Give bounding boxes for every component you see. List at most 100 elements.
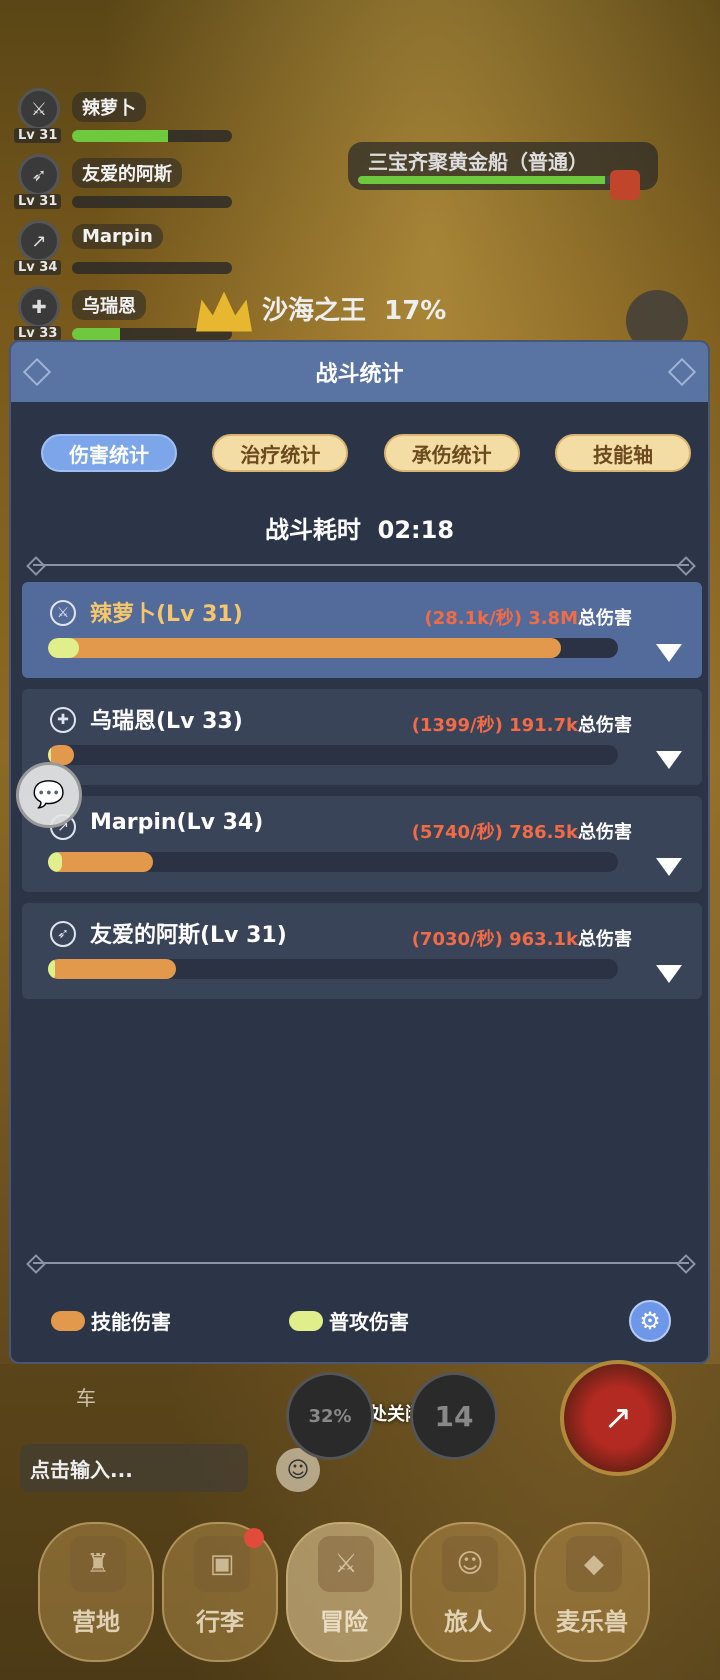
nav-label: 营地 [72,1608,120,1636]
member-hp-bar [72,196,232,208]
backpack-icon: ▣ [194,1536,250,1592]
tab-damage[interactable]: 伤害统计 [41,434,177,472]
party-member[interactable]: ↗ Lv 34 Marpin [14,218,244,284]
damage-stat: (1399/秒) 191.7k总伤害 [412,711,632,737]
shield-cross-icon: ✚ [50,707,76,733]
dps-value: (5740/秒) 786.5k [411,822,578,843]
tab-damage-taken[interactable]: 承伤统计 [383,434,520,472]
nav-item[interactable]: ▣ 行李 [162,1522,278,1662]
legend-basic-swatch [289,1310,323,1331]
stats-tabs: 伤害统计 治疗统计 承伤统计 技能轴 [41,434,691,472]
nav-item[interactable]: ◆ 麦乐兽 [534,1522,650,1662]
crossed-swords-icon: ⚔ [318,1536,374,1592]
damage-stat: (5740/秒) 786.5k总伤害 [412,818,632,844]
skill-damage-fill [48,852,154,872]
modal-header: 战斗统计 [11,342,708,402]
damage-row[interactable]: ✚ 乌瑞恩(Lv 33) (1399/秒) 191.7k总伤害 [22,689,702,785]
divider [33,564,689,566]
bottom-nav: ♜ 营地 ▣ 行李 ⚔ 冒险 ☺ 旅人 ◆ 麦乐兽 [0,1508,720,1680]
expand-arrow-icon[interactable] [656,858,682,876]
nav-label: 麦乐兽 [556,1608,628,1636]
nav-item[interactable]: ♜ 营地 [38,1522,154,1662]
skill-cooldown-percent: 32% [308,1405,352,1427]
damage-bar [48,638,618,658]
person-icon: ☺ [442,1536,498,1592]
nav-label: 冒险 [320,1608,368,1636]
ultimate-skill-button[interactable]: ↗ [560,1360,676,1476]
basic-damage-fill [48,638,80,658]
damage-row[interactable]: ➶ 友爱的阿斯(Lv 31) (7030/秒) 963.1k总伤害 [22,903,702,999]
tab-healing[interactable]: 治疗统计 [212,434,349,472]
expand-arrow-icon[interactable] [656,644,682,662]
chat-input[interactable]: 点击输入... [20,1444,248,1492]
crown-icon [196,291,252,332]
fox-icon: ◆ [566,1536,622,1592]
battle-duration: 战斗耗时 02:18 [11,510,708,545]
legend-basic: 普攻伤害 [289,1306,409,1335]
crossed-swords-icon: ⚔ [18,88,60,130]
member-level: Lv 34 [14,260,62,275]
player-name: Marpin(Lv 34) [90,810,264,835]
nav-label: 行李 [196,1608,244,1636]
castle-icon: ♜ [70,1536,126,1592]
chat-bubble-button[interactable]: 💬 [16,762,82,828]
corner-ornament-icon [667,357,697,387]
crossed-swords-icon: ⚔ [50,600,76,626]
member-name: 友爱的阿斯 [72,158,182,188]
damage-suffix: 总伤害 [578,822,632,843]
shield-cross-icon: ✚ [18,286,60,328]
damage-row[interactable]: ↗ Marpin(Lv 34) (5740/秒) 786.5k总伤害 [22,796,702,892]
dps-value: (28.1k/秒) 3.8M [424,608,578,629]
damage-stat: (7030/秒) 963.1k总伤害 [412,925,632,951]
skill-cooldown: 14 [434,1399,474,1433]
member-level: Lv 31 [14,194,62,209]
skill-damage-fill [48,638,561,658]
nav-item[interactable]: ⚔ 冒险 [286,1522,402,1662]
expand-arrow-icon[interactable] [656,751,682,769]
member-name: 乌瑞恩 [72,290,146,320]
boss-main-percent: 17% [384,296,447,326]
damage-bar [48,745,618,765]
member-hp-bar [72,130,232,142]
modal-title: 战斗统计 [315,362,404,387]
damage-suffix: 总伤害 [578,608,632,629]
party-member[interactable]: ⚔ Lv 31 辣萝卜 [14,86,244,152]
damage-bar [48,959,618,979]
settings-gear-icon[interactable]: ⚙ [629,1300,671,1342]
skill-damage-fill [48,959,177,979]
boss-top-name: 三宝齐聚黄金船（普通） [368,150,588,174]
basic-damage-fill [48,852,63,872]
boss-main-name: 沙海之王 [262,296,367,326]
damage-bar [48,852,618,872]
damage-row[interactable]: ⚔ 辣萝卜(Lv 31) (28.1k/秒) 3.8M总伤害 [22,582,702,678]
basic-damage-fill [48,959,55,979]
legend: 技能伤害 普攻伤害 ⚙ [51,1300,681,1342]
battle-stats-modal: 战斗统计 伤害统计 治疗统计 承伤统计 技能轴 战斗耗时 02:18 ⚔ 辣萝卜(… [9,340,710,1364]
spiral-bow-icon: ➶ [18,154,60,196]
dps-value: (7030/秒) 963.1k [411,929,578,950]
boss-top-hp-bar [358,176,618,184]
skill-button-2[interactable]: 14 [410,1372,498,1460]
damage-stat: (28.1k/秒) 3.8M总伤害 [425,604,632,630]
skill-button-1[interactable]: 32% [286,1372,374,1460]
boss-main: 沙海之王 17% [196,290,446,332]
nav-label: 旅人 [444,1608,492,1636]
nav-item[interactable]: ☺ 旅人 [410,1522,526,1662]
tab-skill-timeline[interactable]: 技能轴 [554,434,691,472]
boss-badge-icon [610,170,640,200]
player-name: 辣萝卜(Lv 31) [90,602,243,627]
legend-skill: 技能伤害 [51,1306,171,1335]
legend-skill-swatch [51,1310,85,1331]
expand-arrow-icon[interactable] [656,965,682,983]
party-member[interactable]: ➶ Lv 31 友爱的阿斯 [14,152,244,218]
damage-suffix: 总伤害 [578,929,632,950]
spiral-bow-icon: ➶ [50,921,76,947]
legend-skill-label: 技能伤害 [91,1310,171,1334]
legend-basic-label: 普攻伤害 [329,1310,409,1334]
member-name: 辣萝卜 [72,92,146,122]
dagger-icon: ↗ [18,220,60,262]
member-level: Lv 31 [14,128,62,143]
corner-ornament-icon [22,357,52,387]
duration-value: 02:18 [377,516,455,544]
duration-label: 战斗耗时 [264,516,361,544]
